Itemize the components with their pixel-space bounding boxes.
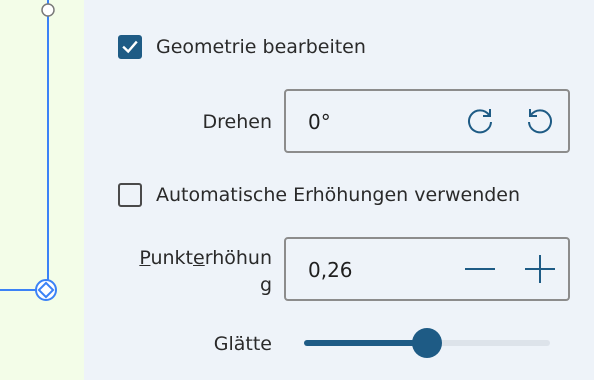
- rotate-label: Drehen: [202, 111, 273, 133]
- point-height-value: 0,26: [308, 258, 353, 282]
- decrement-button[interactable]: [460, 249, 500, 289]
- smoothness-slider-thumb[interactable]: [412, 328, 442, 358]
- geometry-settings-panel: Geometrie bearbeiten Drehen 0° Automatis…: [84, 0, 594, 380]
- point-height-label: Punkterhöhun g: [139, 247, 272, 296]
- rotate-clockwise-button[interactable]: [460, 101, 500, 141]
- smoothness-slider-fill: [304, 340, 427, 346]
- edit-geometry-checkbox[interactable]: [118, 35, 142, 59]
- auto-heights-label: Automatische Erhöhungen verwenden: [156, 184, 521, 206]
- increment-button[interactable]: [520, 249, 560, 289]
- rotate-clockwise-icon: [468, 109, 492, 134]
- rotate-counterclockwise-button[interactable]: [520, 101, 560, 141]
- point-height-field[interactable]: 0,26: [284, 237, 570, 301]
- auto-heights-checkbox[interactable]: [118, 183, 142, 207]
- edit-geometry-label: Geometrie bearbeiten: [156, 36, 366, 58]
- plus-icon: [525, 255, 555, 283]
- rotate-counterclockwise-icon: [528, 109, 552, 134]
- minus-icon: [465, 268, 495, 270]
- smoothness-label: Glätte: [213, 333, 272, 355]
- rotate-field[interactable]: 0°: [284, 89, 570, 153]
- geometry-line-graphic: [0, 0, 57, 301]
- auto-heights-checkbox-row[interactable]: Automatische Erhöhungen verwenden: [118, 183, 520, 207]
- rotate-value: 0°: [308, 110, 331, 134]
- map-canvas-preview[interactable]: [0, 0, 84, 380]
- checkmark-icon: [122, 40, 138, 54]
- vertex-handle: [41, 3, 55, 17]
- edit-geometry-checkbox-row[interactable]: Geometrie bearbeiten: [118, 35, 366, 59]
